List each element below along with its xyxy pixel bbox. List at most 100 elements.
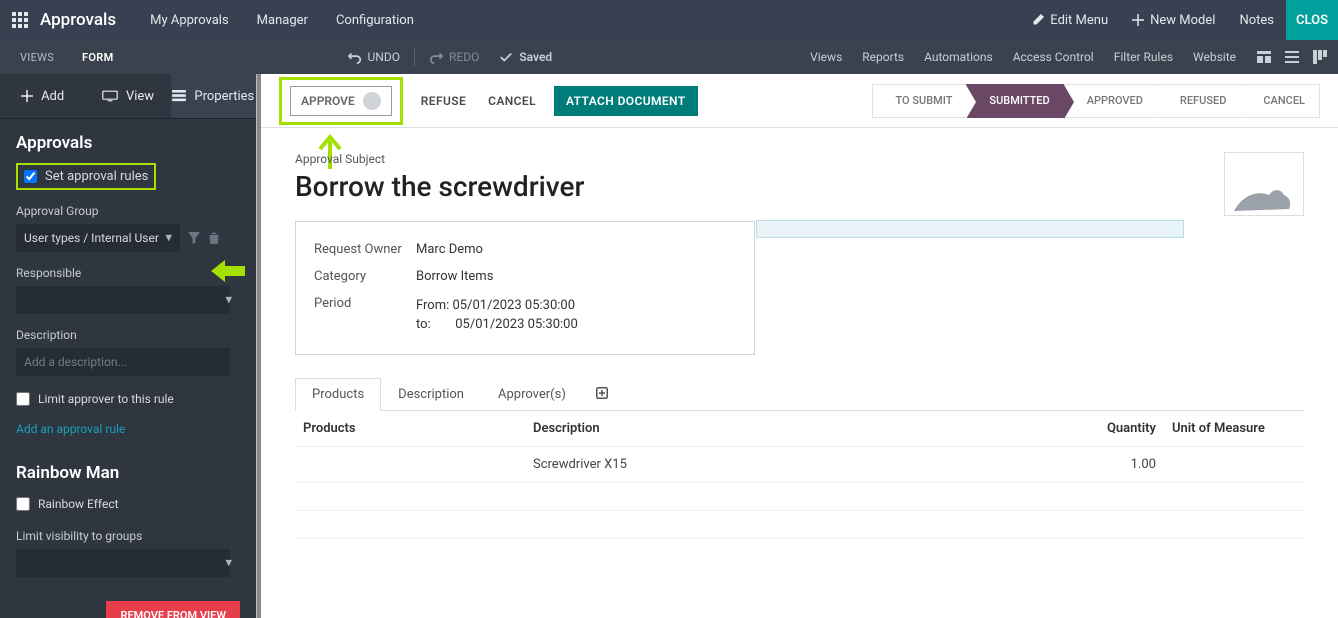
new-model-label: New Model <box>1150 13 1215 28</box>
tab-view[interactable]: View <box>85 74 170 118</box>
section-approvals-title: Approvals <box>16 133 240 153</box>
period-to: 05/01/2023 05:30:00 <box>455 317 578 332</box>
link-website[interactable]: Website <box>1183 50 1246 64</box>
refuse-button[interactable]: REFUSE <box>417 88 470 114</box>
request-owner-label: Request Owner <box>314 242 416 257</box>
responsible-select[interactable] <box>16 286 230 314</box>
edit-menu-label: Edit Menu <box>1050 13 1108 28</box>
plus-icon <box>21 90 33 102</box>
check-icon <box>499 50 513 64</box>
link-automations[interactable]: Automations <box>914 50 1003 64</box>
approval-group-value: User types / Internal User <box>24 231 159 245</box>
nav-manager[interactable]: Manager <box>243 13 322 28</box>
set-approval-rules-checkbox[interactable] <box>24 170 37 183</box>
tab-add-label: Add <box>41 89 64 104</box>
link-views[interactable]: Views <box>800 50 852 64</box>
cell-description[interactable]: Screwdriver X15 <box>525 447 1074 483</box>
table-row-empty[interactable] <box>295 511 1304 539</box>
limit-visibility-label: Limit visibility to groups <box>16 529 240 543</box>
status-cancel[interactable]: CANCEL <box>1240 84 1320 118</box>
views-label[interactable]: VIEWS <box>0 51 68 64</box>
meta-box: Request Owner Marc Demo Category Borrow … <box>295 221 755 355</box>
new-model-button[interactable]: New Model <box>1120 13 1227 28</box>
close-button[interactable]: CLOS <box>1286 0 1338 40</box>
undo-label: UNDO <box>368 50 400 64</box>
cancel-button[interactable]: CANCEL <box>484 88 540 114</box>
approval-group-select[interactable]: User types / Internal User <box>16 224 180 252</box>
nav-configuration[interactable]: Configuration <box>322 13 428 28</box>
add-approval-rule-link[interactable]: Add an approval rule <box>16 422 125 436</box>
form-label[interactable]: FORM <box>68 51 127 64</box>
limit-approver-checkbox[interactable] <box>16 392 30 406</box>
status-to-submit[interactable]: TO SUBMIT <box>872 84 967 118</box>
record-image[interactable] <box>1224 152 1304 216</box>
filter-icon[interactable] <box>188 232 200 244</box>
products-table: Products Description Quantity Unit of Me… <box>295 411 1304 539</box>
plus-icon <box>596 387 608 399</box>
plus-icon <box>1132 14 1144 26</box>
col-products[interactable]: Products <box>295 411 525 447</box>
period-to-label: to: <box>416 317 452 332</box>
description-input[interactable] <box>16 348 230 376</box>
list-view-icon[interactable] <box>1284 49 1300 65</box>
category-value[interactable]: Borrow Items <box>416 269 493 284</box>
attach-document-button[interactable]: ATTACH DOCUMENT <box>554 86 698 116</box>
tab-approvers[interactable]: Approver(s) <box>481 378 583 411</box>
cell-uom[interactable] <box>1164 447 1304 483</box>
undo-button[interactable]: UNDO <box>338 48 410 66</box>
tab-properties[interactable]: Properties <box>171 74 256 118</box>
rainbow-effect-checkbox[interactable] <box>16 497 30 511</box>
col-description[interactable]: Description <box>525 411 1074 447</box>
tab-view-label: View <box>126 89 154 104</box>
link-filter-rules[interactable]: Filter Rules <box>1104 50 1183 64</box>
period-label: Period <box>314 296 416 334</box>
set-approval-rules-label: Set approval rules <box>45 169 148 184</box>
saved-indicator: Saved <box>489 48 562 66</box>
tab-description[interactable]: Description <box>381 378 481 411</box>
cell-product[interactable] <box>295 447 525 483</box>
studio-sidebar: Add View Properties Approvals Set approv… <box>0 74 256 618</box>
request-owner-value[interactable]: Marc Demo <box>416 242 483 257</box>
period-from: From: 05/01/2023 05:30:00 <box>416 296 578 315</box>
top-menu-bar: Approvals My Approvals Manager Configura… <box>0 0 1338 40</box>
col-quantity[interactable]: Quantity <box>1074 411 1164 447</box>
form-notebook-tabs: Products Description Approver(s) <box>295 377 1304 411</box>
table-row[interactable]: Screwdriver X15 1.00 <box>295 447 1304 483</box>
nav-my-approvals[interactable]: My Approvals <box>136 13 243 28</box>
limit-visibility-select[interactable] <box>16 549 230 577</box>
status-approved[interactable]: APPROVED <box>1064 84 1158 118</box>
kanban-view-icon[interactable] <box>1312 49 1328 65</box>
tab-add[interactable]: Add <box>0 74 85 118</box>
tab-add-page[interactable] <box>583 378 621 411</box>
notes-button[interactable]: Notes <box>1227 13 1286 28</box>
avatar-icon <box>363 92 381 110</box>
subject-value[interactable]: Borrow the screwdriver <box>295 170 1304 203</box>
col-uom[interactable]: Unit of Measure <box>1164 411 1304 447</box>
trash-icon[interactable] <box>208 232 220 244</box>
set-approval-rules-highlight: Set approval rules <box>16 163 156 190</box>
tab-products[interactable]: Products <box>295 378 381 411</box>
edit-menu-button[interactable]: Edit Menu <box>1020 13 1120 28</box>
approve-button[interactable]: APPROVE <box>290 86 392 116</box>
cell-quantity[interactable]: 1.00 <box>1074 447 1164 483</box>
link-access-control[interactable]: Access Control <box>1003 50 1104 64</box>
link-reports[interactable]: Reports <box>852 50 914 64</box>
undo-icon <box>348 50 362 64</box>
remove-from-view-button[interactable]: REMOVE FROM VIEW <box>106 601 240 618</box>
saved-label: Saved <box>519 50 552 64</box>
apps-grid-icon[interactable] <box>12 11 30 29</box>
description-label: Description <box>16 328 240 342</box>
status-submitted[interactable]: SUBMITTED <box>966 84 1064 118</box>
table-row-empty[interactable] <box>295 483 1304 511</box>
form-view-icon[interactable] <box>1256 49 1272 65</box>
redo-label: REDO <box>449 50 479 64</box>
properties-icon <box>172 90 186 102</box>
redo-button[interactable]: REDO <box>419 48 489 66</box>
app-brand[interactable]: Approvals <box>40 10 116 30</box>
sidebar-tabs: Add View Properties <box>0 74 256 119</box>
limit-approver-label: Limit approver to this rule <box>38 392 174 406</box>
status-refused[interactable]: REFUSED <box>1157 84 1241 118</box>
period-value[interactable]: From: 05/01/2023 05:30:00 to: 05/01/2023… <box>416 296 578 334</box>
monitor-icon <box>102 90 118 102</box>
form-sheet: Approval Subject Borrow the screwdriver … <box>261 128 1338 549</box>
